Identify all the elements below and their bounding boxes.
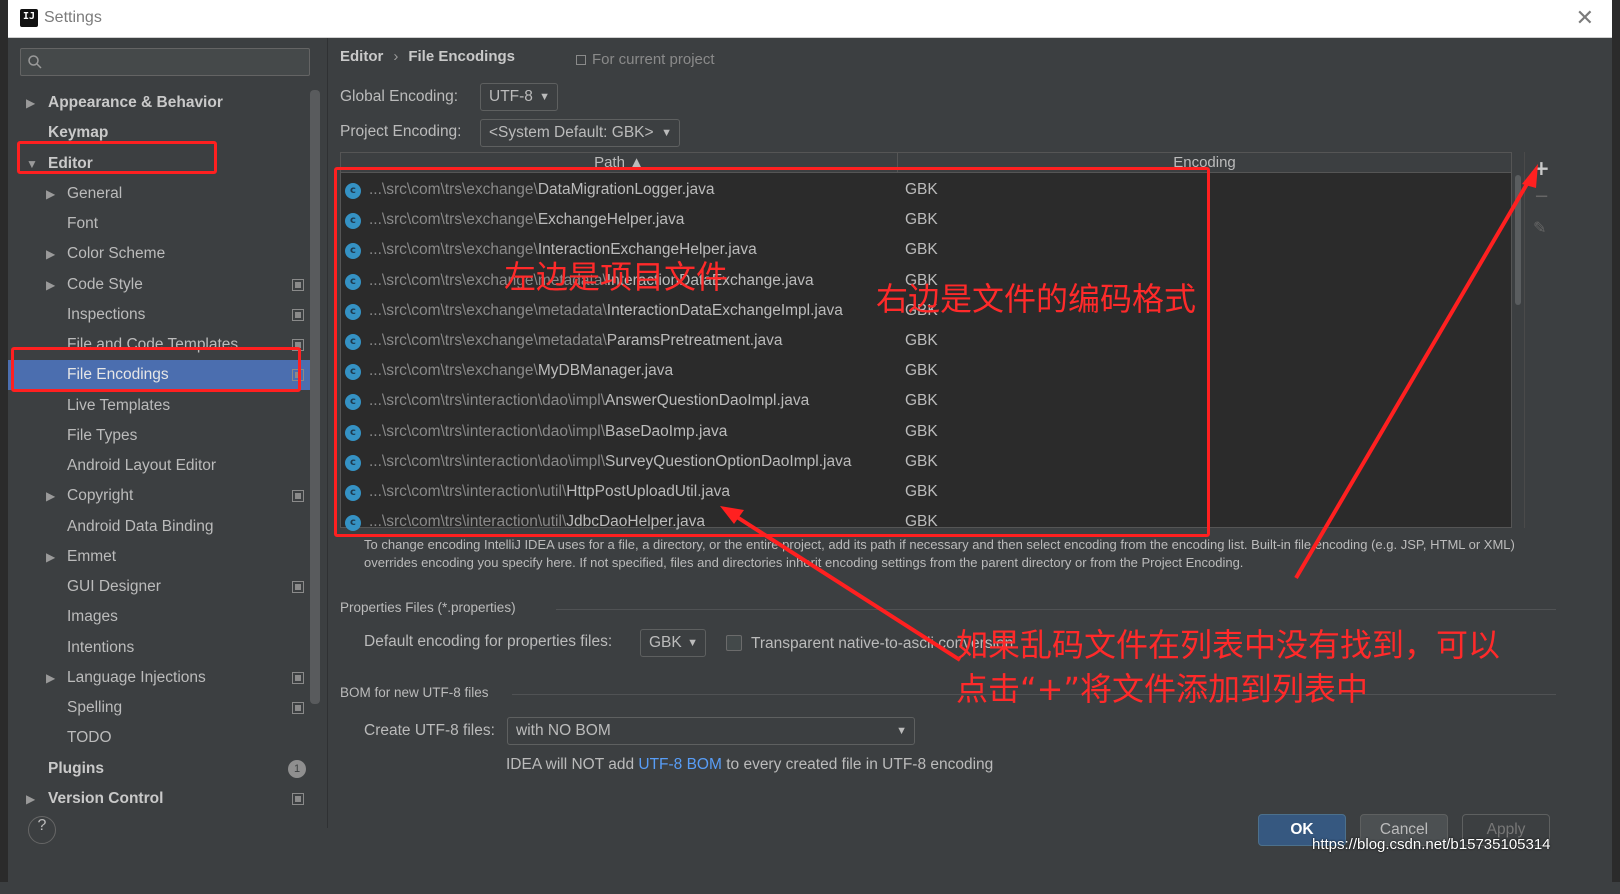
annotation-left-note: 左边是项目文件 (504, 258, 729, 296)
project-scope-icon (576, 55, 586, 66)
breadcrumb-current: File Encodings (408, 48, 516, 65)
remove-icon[interactable]: − (1534, 186, 1549, 207)
sidebar-item-general[interactable]: ▶ General (8, 179, 318, 209)
chevron-right-icon[interactable]: ▶ (26, 784, 35, 814)
sidebar-item-spelling[interactable]: Spelling (8, 693, 318, 723)
sidebar-item-language-injections[interactable]: ▶ Language Injections (8, 663, 318, 693)
add-icon[interactable]: + (1533, 156, 1550, 180)
create-utf8-label: Create UTF-8 files: (364, 722, 495, 739)
sidebar-scrollbar[interactable] (310, 90, 320, 704)
annotation-box-file-encodings (11, 347, 301, 392)
update-count-badge: 1 (288, 760, 306, 778)
window-title: Settings (44, 9, 102, 26)
intellij-app-icon: IJ (18, 7, 40, 29)
help-button[interactable]: ? (28, 816, 56, 844)
utf8-bom-link[interactable]: UTF-8 BOM (638, 756, 722, 773)
bom-section-title: BOM for new UTF-8 files (340, 685, 489, 700)
sidebar-item-color-scheme[interactable]: ▶ Color Scheme (8, 239, 318, 269)
chevron-right-icon[interactable]: ▶ (46, 663, 55, 693)
project-scope-icon (292, 490, 304, 502)
ide-status-bar (0, 882, 1620, 894)
title-bar: IJ Settings ✕ (8, 0, 1612, 38)
breadcrumb: Editor › File Encodings (340, 48, 515, 65)
sidebar-item-inspections[interactable]: Inspections (8, 300, 318, 330)
edit-icon[interactable]: ✎ (1533, 218, 1546, 237)
sidebar-item-copyright[interactable]: ▶ Copyright (8, 481, 318, 511)
annotation-right-note: 右边是文件的编码格式 (876, 280, 1197, 318)
sidebar-item-plugins[interactable]: Plugins 1 (8, 754, 318, 784)
for-current-project-note: For current project (576, 51, 715, 68)
sidebar-item-todo[interactable]: TODO (8, 723, 318, 753)
project-encoding-select[interactable]: <System Default: GBK> ▼ (480, 119, 680, 147)
sidebar-item-emmet[interactable]: ▶ Emmet (8, 542, 318, 572)
scroll-thumb[interactable] (1515, 175, 1521, 305)
table-toolbar: + − ✎ (1524, 152, 1552, 528)
sidebar-item-code-style[interactable]: ▶ Code Style (8, 270, 318, 300)
create-utf8-value: with NO BOM (516, 722, 611, 739)
encoding-help-text: To change encoding IntelliJ IDEA uses fo… (364, 537, 1515, 570)
annotation-bottom-note-line1: 如果乱码文件在列表中没有找到，可以 (956, 626, 1501, 664)
sidebar-item-gui-designer[interactable]: GUI Designer (8, 572, 318, 602)
sidebar-item-images[interactable]: Images (8, 602, 318, 632)
table-scrollbar[interactable] (1513, 175, 1523, 527)
dropdown-arrow-icon: ▼ (661, 127, 672, 139)
global-encoding-value: UTF-8 (489, 88, 533, 105)
chevron-right-icon[interactable]: ▶ (46, 239, 55, 269)
global-encoding-label: Global Encoding: (340, 88, 459, 105)
chevron-right-icon[interactable]: ▶ (46, 179, 55, 209)
sidebar-item-android-data-binding[interactable]: Android Data Binding (8, 512, 318, 542)
properties-section-title: Properties Files (*.properties) (340, 600, 516, 615)
dropdown-arrow-icon: ▼ (896, 725, 907, 737)
chevron-right-icon[interactable]: ▶ (46, 542, 55, 572)
project-scope-icon (292, 581, 304, 593)
breadcrumb-separator: › (393, 48, 399, 65)
annotation-box-table (334, 167, 1210, 537)
project-encoding-label: Project Encoding: (340, 123, 462, 140)
watermark: https://blog.csdn.net/b15735105314 (1312, 836, 1551, 853)
project-scope-icon (292, 672, 304, 684)
project-scope-icon (292, 309, 304, 321)
project-scope-icon (292, 702, 304, 714)
breadcrumb-parent: Editor (340, 48, 384, 65)
sidebar-item-file-types[interactable]: File Types (8, 421, 318, 451)
chevron-right-icon[interactable]: ▶ (46, 481, 55, 511)
dropdown-arrow-icon: ▼ (687, 637, 698, 649)
global-encoding-select[interactable]: UTF-8 ▼ (480, 83, 558, 111)
sidebar-item-live-templates[interactable]: Live Templates (8, 391, 318, 421)
search-icon (28, 55, 42, 69)
create-utf8-select[interactable]: with NO BOM ▼ (507, 717, 915, 745)
annotation-bottom-note-line2: 点击“+”将文件添加到列表中 (956, 670, 1368, 708)
chevron-right-icon[interactable]: ▶ (26, 88, 35, 118)
properties-encoding-select[interactable]: GBK ▼ (640, 629, 706, 657)
search-input[interactable] (20, 48, 310, 76)
bom-note-prefix: IDEA will NOT add (506, 756, 639, 773)
close-icon[interactable]: ✕ (1576, 6, 1594, 31)
project-encoding-value: <System Default: GBK> (489, 124, 654, 141)
sidebar-item-intentions[interactable]: Intentions (8, 633, 318, 663)
project-scope-icon (292, 279, 304, 291)
sidebar-item-android-layout-editor[interactable]: Android Layout Editor (8, 451, 318, 481)
section-divider (556, 609, 1556, 610)
for-current-project-label: For current project (592, 51, 715, 68)
bom-note: IDEA will NOT add UTF-8 BOM to every cre… (506, 756, 993, 774)
native-to-ascii-checkbox[interactable] (726, 635, 742, 651)
annotation-box-editor (17, 141, 217, 174)
bom-note-suffix: to every created file in UTF-8 encoding (721, 756, 994, 773)
sidebar-item-font[interactable]: Font (8, 209, 318, 239)
project-scope-icon (292, 793, 304, 805)
dropdown-arrow-icon: ▼ (539, 91, 550, 103)
properties-encoding-value: GBK (649, 634, 682, 651)
sidebar-item-version-control[interactable]: ▶ Version Control (8, 784, 318, 814)
sidebar-item-appearance-behavior[interactable]: ▶ Appearance & Behavior (8, 88, 318, 118)
chevron-right-icon[interactable]: ▶ (46, 270, 55, 300)
properties-encoding-label: Default encoding for properties files: (364, 633, 613, 650)
